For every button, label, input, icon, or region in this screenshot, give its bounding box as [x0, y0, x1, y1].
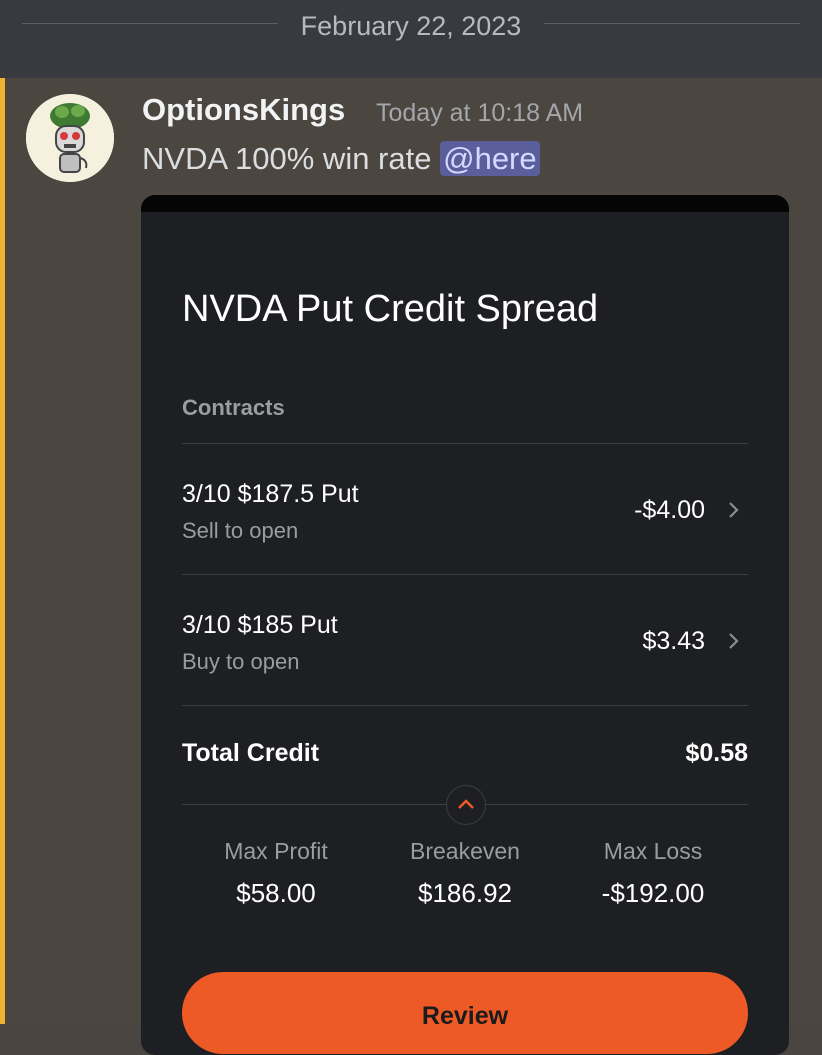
chat-message: OptionsKings Today at 10:18 AM NVDA 100%…	[0, 78, 822, 1055]
trade-card-image[interactable]: NVDA Put Credit Spread Contracts 3/10 $1…	[141, 195, 789, 1055]
divider	[182, 705, 748, 706]
chevron-right-icon[interactable]	[725, 632, 743, 650]
stat-value: $186.92	[418, 878, 512, 908]
stat-max-loss: Max Loss -$192.00	[558, 835, 748, 913]
author-name[interactable]: OptionsKings	[142, 88, 345, 132]
leg-1-name: 3/10 $187.5 Put	[182, 480, 359, 508]
leg-2-name: 3/10 $185 Put	[182, 611, 338, 639]
message-timestamp: Today at 10:18 AM	[376, 99, 584, 127]
leg-1-price: -$4.00	[634, 496, 705, 524]
date-divider-label: February 22, 2023	[300, 11, 522, 41]
leg-2-action: Buy to open	[182, 649, 300, 674]
review-button[interactable]: Review	[182, 972, 748, 1054]
card-title: NVDA Put Credit Spread	[182, 288, 599, 330]
avatar-icon	[26, 94, 114, 182]
stat-label: Max Loss	[603, 838, 703, 864]
contracts-label: Contracts	[182, 395, 285, 420]
total-credit-value: $0.58	[685, 739, 748, 767]
stat-label: Breakeven	[410, 838, 520, 864]
date-divider: February 22, 2023	[0, 0, 822, 78]
stat-value: $58.00	[236, 878, 316, 908]
message-body: NVDA 100% win rate	[142, 141, 432, 176]
chevron-up-icon	[458, 799, 474, 809]
total-credit-label: Total Credit	[182, 739, 320, 767]
stat-breakeven: Breakeven $186.92	[370, 835, 560, 913]
expand-button[interactable]	[446, 785, 486, 825]
divider	[182, 443, 748, 444]
avatar[interactable]	[26, 94, 114, 182]
mention-here[interactable]: @here	[440, 141, 540, 176]
card-top-bar	[141, 195, 789, 212]
leg-1-action: Sell to open	[182, 518, 299, 543]
leg-2-price: $3.43	[642, 627, 705, 655]
stat-value: -$192.00	[601, 878, 705, 908]
stat-label: Max Profit	[224, 838, 328, 864]
divider-line-right	[544, 23, 800, 24]
mention-highlight-bar	[0, 78, 5, 1024]
divider	[182, 574, 748, 575]
chevron-right-icon[interactable]	[725, 501, 743, 519]
stat-max-profit: Max Profit $58.00	[181, 835, 371, 913]
message-text: NVDA 100% win rate @here	[142, 138, 540, 180]
